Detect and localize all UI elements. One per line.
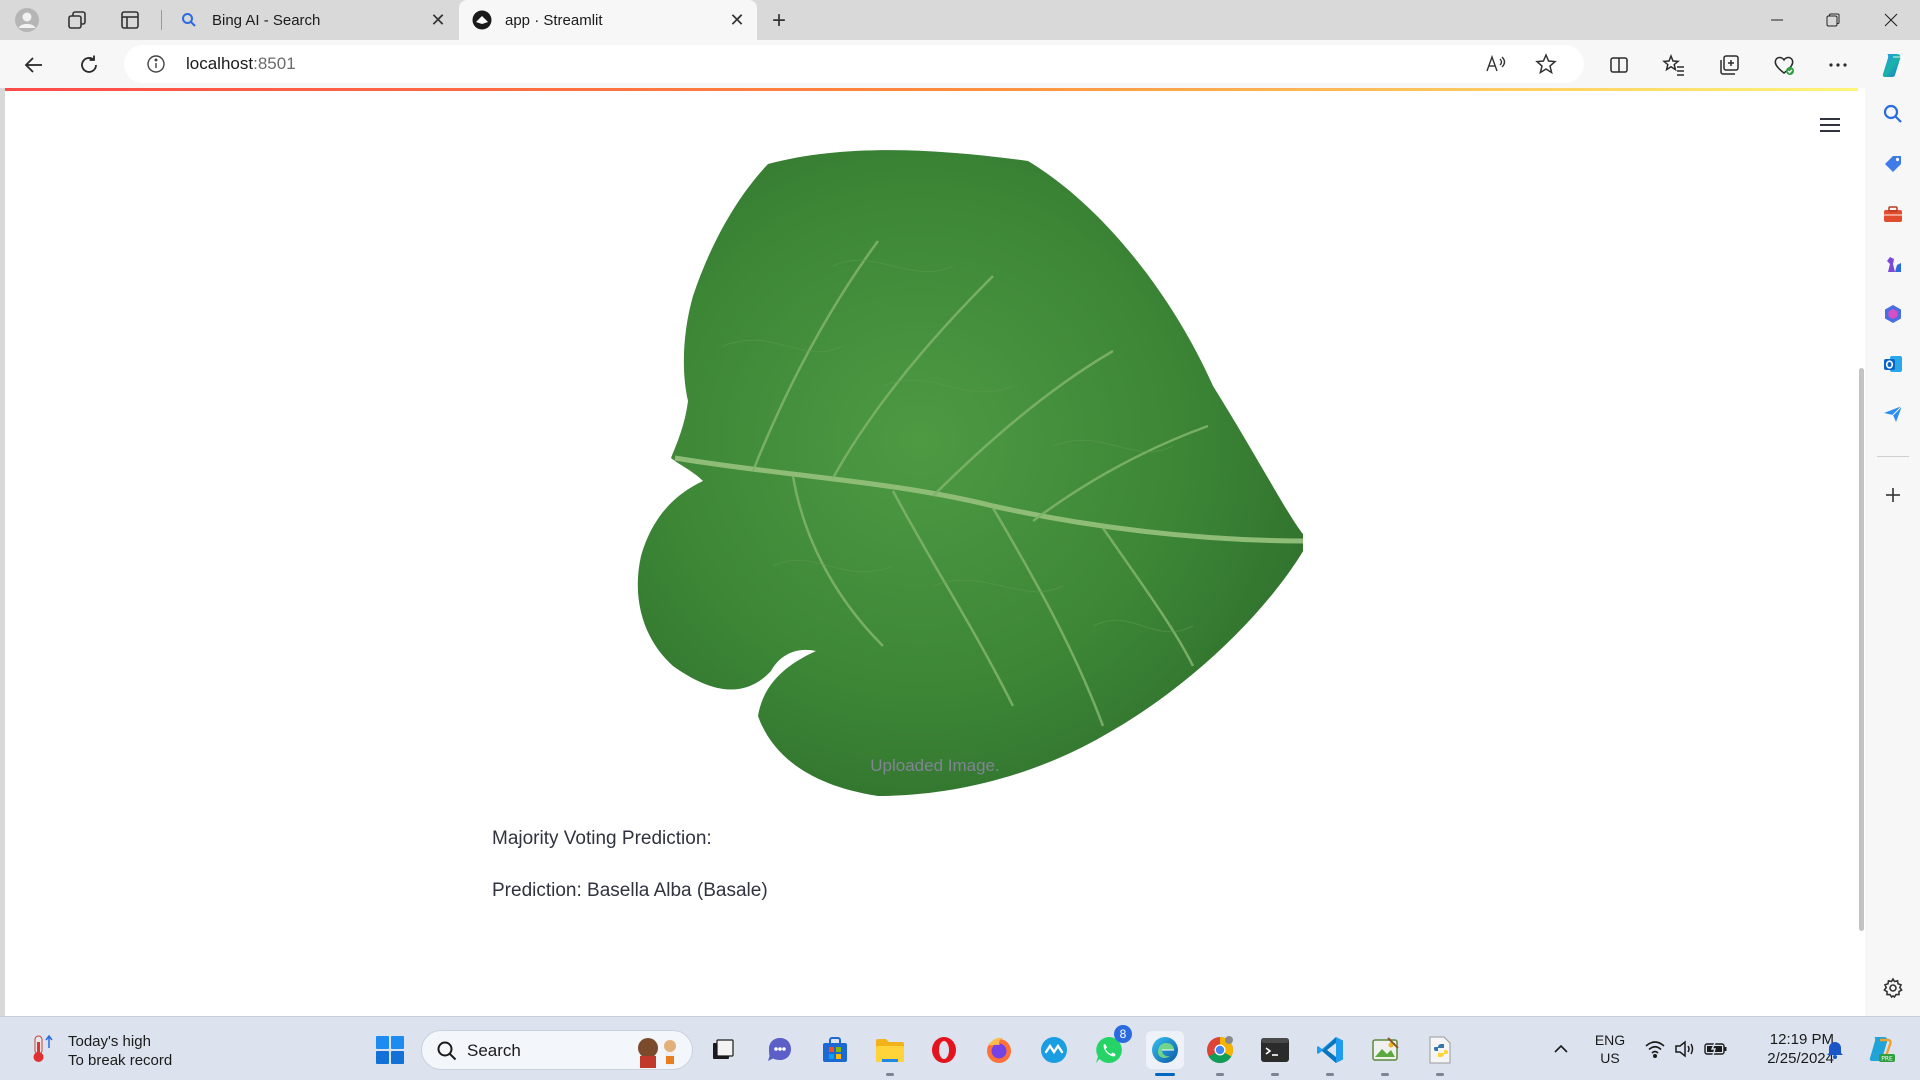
firefox-icon[interactable] xyxy=(980,1031,1018,1069)
close-icon[interactable]: ✕ xyxy=(725,8,749,32)
running-indicator xyxy=(1381,1073,1389,1076)
opera-icon[interactable] xyxy=(925,1031,963,1069)
image-caption: Uploaded Image. xyxy=(870,756,1000,775)
start-button[interactable] xyxy=(371,1031,409,1069)
new-tab-button[interactable]: + xyxy=(764,6,794,36)
streamlit-icon xyxy=(471,9,493,31)
show-hidden-icons-chevron-icon[interactable] xyxy=(1548,1017,1574,1080)
add-sidebar-app-icon[interactable] xyxy=(1878,480,1908,510)
sidebar-divider xyxy=(1877,456,1909,457)
sidebar-search-icon[interactable] xyxy=(1878,99,1908,129)
edge-sidebar xyxy=(1865,88,1920,1016)
collections-icon[interactable] xyxy=(1713,49,1745,81)
running-indicator xyxy=(1436,1073,1444,1076)
read-aloud-icon[interactable] xyxy=(1482,50,1510,78)
split-screen-icon[interactable] xyxy=(1603,49,1635,81)
search-icon xyxy=(178,9,200,31)
scrollbar-thumb[interactable] xyxy=(1859,368,1864,931)
input-language[interactable]: ENG US xyxy=(1592,1017,1628,1080)
refresh-button[interactable] xyxy=(73,49,105,81)
tab-strip: Bing AI - Search ✕ app · Streamlit ✕ + xyxy=(0,0,1920,40)
windows-taskbar: Today's high To break record Search 8 EN… xyxy=(0,1016,1920,1080)
file-explorer-icon[interactable] xyxy=(871,1031,909,1076)
svg-text:PRE: PRE xyxy=(1881,1056,1893,1063)
site-info-icon[interactable] xyxy=(146,54,166,79)
microsoft-store-icon[interactable] xyxy=(816,1031,854,1069)
favorites-icon[interactable] xyxy=(1658,49,1690,81)
notification-badge: 8 xyxy=(1114,1025,1132,1043)
edge-icon[interactable] xyxy=(1146,1031,1184,1076)
running-indicator xyxy=(1326,1073,1334,1076)
wifi-icon[interactable] xyxy=(1642,1017,1668,1080)
lang-line-1: ENG xyxy=(1594,1032,1626,1048)
running-indicator xyxy=(1155,1073,1175,1076)
tab-bing-ai-search[interactable]: Bing AI - Search ✕ xyxy=(166,0,458,40)
shopping-tag-icon[interactable] xyxy=(1878,149,1908,179)
address-bar[interactable]: localhost:8501 xyxy=(124,45,1584,83)
weather-text: Today's high To break record xyxy=(68,1032,172,1070)
uploaded-leaf-image xyxy=(633,146,1310,816)
browser-toolbar: localhost:8501 xyxy=(0,40,1920,88)
profile-icon[interactable] xyxy=(12,5,42,35)
thermometer-icon xyxy=(26,1034,54,1069)
copilot-preview-icon[interactable]: PRE xyxy=(1862,1017,1898,1080)
favorite-star-icon[interactable] xyxy=(1532,50,1560,78)
outlook-icon[interactable] xyxy=(1878,349,1908,379)
streamlit-decoration-bar xyxy=(5,88,1865,91)
tools-briefcase-icon[interactable] xyxy=(1878,199,1908,229)
taskbar-search[interactable]: Search xyxy=(421,1030,693,1070)
drop-send-icon[interactable] xyxy=(1878,399,1908,429)
close-icon[interactable]: ✕ xyxy=(426,8,450,32)
prediction-result: Prediction: Basella Alba (Basale) xyxy=(492,880,768,901)
battery-icon[interactable] xyxy=(1702,1017,1730,1080)
search-icon xyxy=(436,1040,458,1067)
games-icon[interactable] xyxy=(1878,249,1908,279)
running-indicator xyxy=(1271,1073,1279,1076)
main-menu-icon[interactable] xyxy=(1817,112,1843,138)
weather-widget[interactable]: Today's high To break record xyxy=(26,1032,172,1070)
volume-icon[interactable] xyxy=(1672,1017,1698,1080)
close-window-button[interactable] xyxy=(1862,0,1920,40)
whatsapp-icon[interactable]: 8 xyxy=(1090,1025,1132,1069)
weather-line-2: To break record xyxy=(68,1052,173,1069)
sidebar-settings-icon[interactable] xyxy=(1878,973,1908,1003)
terminal-icon[interactable] xyxy=(1256,1031,1294,1076)
url-text[interactable]: localhost:8501 xyxy=(186,54,296,74)
more-options-icon[interactable] xyxy=(1822,49,1854,81)
teams-chat-icon[interactable] xyxy=(761,1031,799,1069)
minimize-button[interactable] xyxy=(1748,0,1806,40)
search-highlight-icon xyxy=(632,1034,684,1073)
python-file-icon[interactable] xyxy=(1421,1031,1459,1076)
system-clock[interactable]: 12:19 PM 2/25/2024 xyxy=(1734,1017,1834,1080)
messaging-app-icon[interactable] xyxy=(1035,1031,1073,1069)
chrome-icon[interactable] xyxy=(1201,1031,1239,1076)
tab-actions-icon[interactable] xyxy=(115,5,145,35)
weather-line-1: Today's high xyxy=(68,1033,151,1050)
back-button[interactable] xyxy=(18,49,50,81)
image-editor-icon[interactable] xyxy=(1366,1031,1404,1076)
vscode-icon[interactable] xyxy=(1311,1031,1349,1076)
majority-voting-label: Majority Voting Prediction: xyxy=(492,828,712,849)
url-host: localhost xyxy=(186,54,254,73)
browser-essentials-icon[interactable] xyxy=(1768,49,1800,81)
restore-button[interactable] xyxy=(1804,0,1862,40)
workspaces-icon[interactable] xyxy=(62,5,92,35)
url-port: :8501 xyxy=(253,54,296,73)
task-view-icon[interactable] xyxy=(704,1031,742,1069)
running-indicator xyxy=(886,1073,894,1076)
running-indicator xyxy=(1216,1073,1224,1076)
notification-bell-icon[interactable] xyxy=(1822,1017,1848,1080)
tab-streamlit-app[interactable]: app · Streamlit ✕ xyxy=(459,0,757,40)
taskbar-search-label: Search xyxy=(467,1041,521,1060)
streamlit-page: Uploaded Image. Majority Voting Predicti… xyxy=(5,88,1865,1016)
tab-title: app · Streamlit xyxy=(505,11,603,29)
copilot-icon[interactable] xyxy=(1877,49,1909,81)
lang-line-2: US xyxy=(1600,1050,1620,1066)
tab-separator xyxy=(161,10,162,30)
microsoft-365-icon[interactable] xyxy=(1878,299,1908,329)
tab-title: Bing AI - Search xyxy=(212,11,321,29)
